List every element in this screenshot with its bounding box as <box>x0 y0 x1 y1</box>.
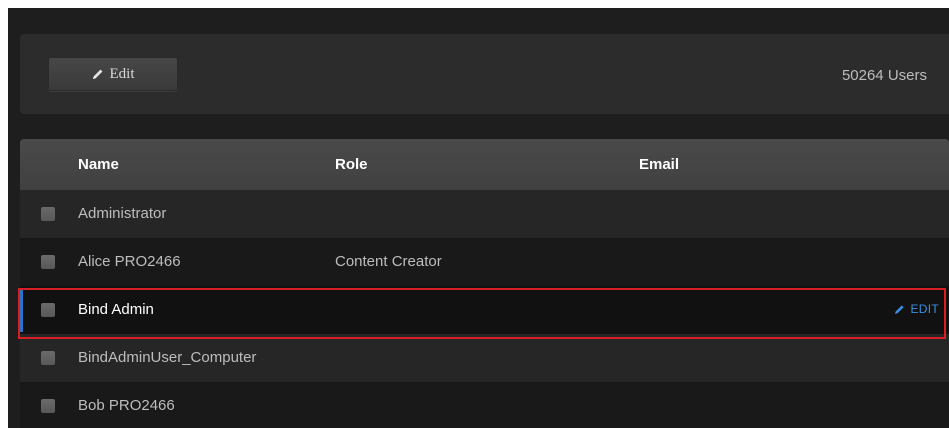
users-table: Name Role Email Administrator Alice PRO2… <box>20 139 949 428</box>
user-name: BindAdminUser_Computer <box>78 349 257 366</box>
user-name: Administrator <box>78 205 167 222</box>
row-edit-label: EDIT <box>910 302 939 316</box>
pencil-icon <box>92 69 102 79</box>
table-row[interactable]: BindAdminUser_Computer <box>20 334 949 382</box>
column-header-name[interactable]: Name <box>78 156 119 173</box>
row-checkbox[interactable] <box>41 303 55 317</box>
row-checkbox[interactable] <box>41 207 55 221</box>
column-header-role[interactable]: Role <box>335 156 368 173</box>
edit-button[interactable]: Edit <box>48 57 178 91</box>
row-edit-link[interactable]: EDIT <box>894 302 939 316</box>
edit-button-label: Edit <box>109 65 135 82</box>
users-panel: Edit 50264 Users Name Role Email Adminis… <box>8 8 949 428</box>
user-name: Alice PRO2466 <box>78 253 181 270</box>
toolbar: Edit 50264 Users <box>20 34 949 114</box>
row-checkbox[interactable] <box>41 255 55 269</box>
table-header: Name Role Email <box>20 139 949 190</box>
user-count: 50264 Users <box>841 67 927 84</box>
user-name: Bob PRO2466 <box>78 397 175 414</box>
table-row[interactable]: Administrator <box>20 190 949 238</box>
row-checkbox[interactable] <box>41 399 55 413</box>
table-row[interactable]: Bob PRO2466 <box>20 382 949 428</box>
user-role: Content Creator <box>335 253 442 270</box>
table-row[interactable]: Alice PRO2466 Content Creator <box>20 238 949 286</box>
table-row-selected[interactable]: Bind Admin EDIT <box>20 286 949 334</box>
row-checkbox[interactable] <box>41 351 55 365</box>
pencil-icon <box>895 304 905 314</box>
column-header-email[interactable]: Email <box>639 156 679 173</box>
user-name: Bind Admin <box>78 301 154 318</box>
